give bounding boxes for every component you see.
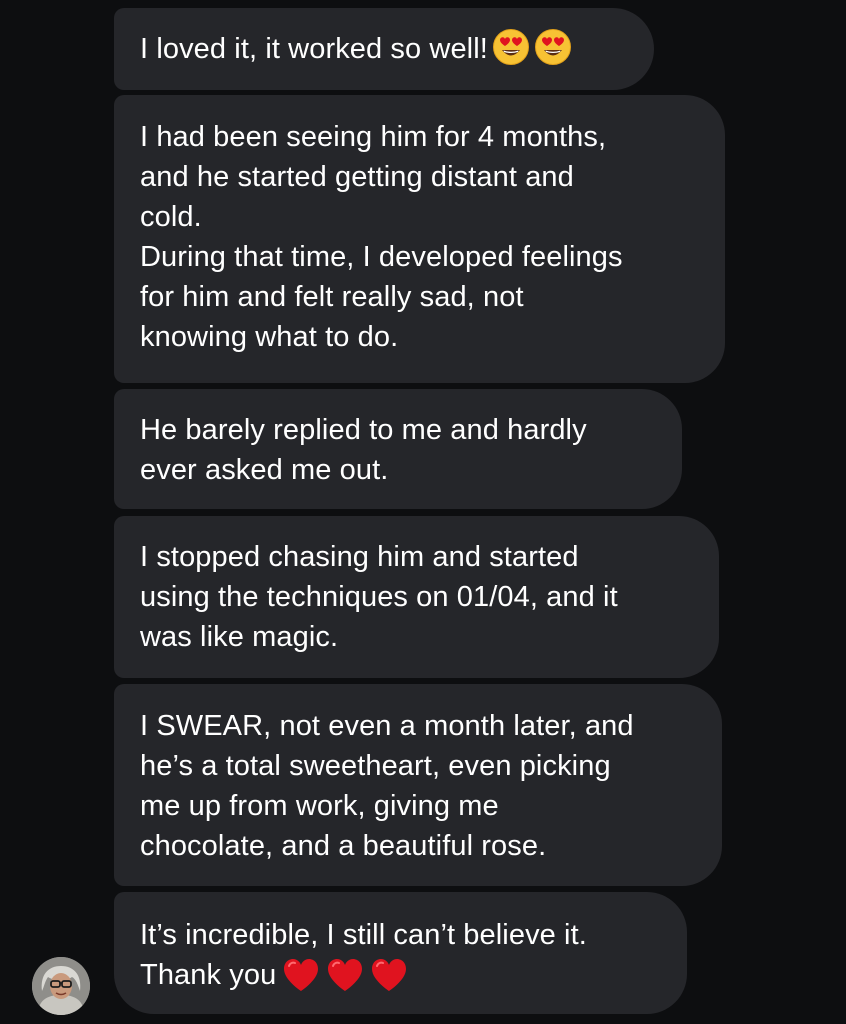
user-avatar-photo-icon bbox=[32, 957, 90, 1015]
message-bubble[interactable]: I had been seeing him for 4 months, and … bbox=[114, 95, 725, 383]
message-text-line: It’s incredible, I still can’t believe i… bbox=[140, 919, 587, 951]
message-bubble[interactable]: I loved it, it worked so well! bbox=[114, 8, 654, 90]
message-bubble[interactable]: He barely replied to me and hardly ever … bbox=[114, 389, 682, 509]
sender-avatar[interactable] bbox=[32, 957, 90, 1015]
message-text-line: Thank you bbox=[140, 959, 277, 991]
message-text: I stopped chasing him and started using … bbox=[140, 541, 618, 653]
red-heart-icon bbox=[282, 957, 320, 993]
message-thread: I loved it, it worked so well! I had bee… bbox=[0, 0, 846, 1024]
message-bubble[interactable]: I stopped chasing him and started using … bbox=[114, 516, 719, 678]
message-text: I loved it, it worked so well! bbox=[140, 33, 488, 65]
heart-eyes-emoji-icon bbox=[492, 28, 530, 66]
message-text: I SWEAR, not even a month later, and he’… bbox=[140, 710, 634, 862]
red-heart-icon bbox=[370, 957, 408, 993]
message-text: I had been seeing him for 4 months, and … bbox=[140, 121, 623, 353]
red-heart-icon bbox=[326, 957, 364, 993]
message-text: He barely replied to me and hardly ever … bbox=[140, 414, 587, 486]
message-bubble[interactable]: I SWEAR, not even a month later, and he’… bbox=[114, 684, 722, 886]
message-bubble[interactable]: It’s incredible, I still can’t believe i… bbox=[114, 892, 687, 1014]
heart-eyes-emoji-icon bbox=[534, 28, 572, 66]
